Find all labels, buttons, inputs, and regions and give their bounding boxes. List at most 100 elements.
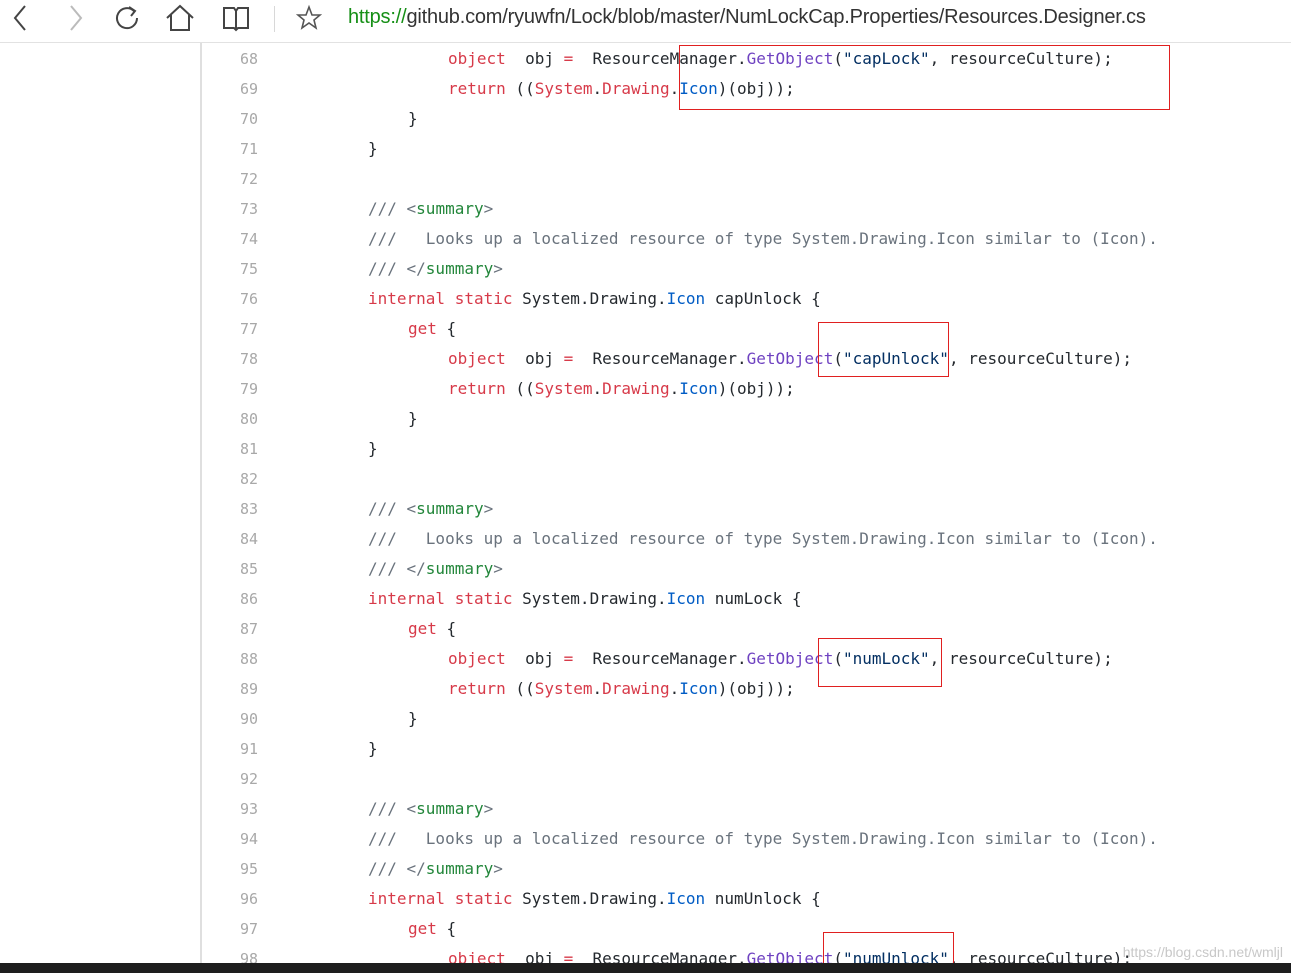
code-text: /// </summary> — [368, 854, 503, 884]
code-token: { — [436, 919, 457, 938]
line-number[interactable]: 85 — [202, 554, 258, 584]
code-line: 91} — [0, 734, 1291, 764]
code-token: ResourceManager. — [573, 349, 747, 368]
line-number[interactable]: 92 — [202, 764, 258, 794]
line-number[interactable]: 70 — [202, 104, 258, 134]
code-text: } — [408, 404, 418, 434]
line-number[interactable]: 77 — [202, 314, 258, 344]
line-number[interactable]: 72 — [202, 164, 258, 194]
code-token: > — [493, 259, 503, 278]
code-token: = — [563, 349, 574, 368]
code-line: 78 object obj = ResourceManager.GetObject… — [0, 344, 1291, 374]
code-token: get — [408, 319, 437, 338]
code-token: summary — [425, 859, 494, 878]
line-number[interactable]: 78 — [202, 344, 258, 374]
code-token: numLock { — [705, 589, 802, 608]
line-number[interactable]: 90 — [202, 704, 258, 734]
favorite-button[interactable] — [292, 0, 326, 36]
refresh-button[interactable] — [110, 0, 144, 36]
code-text: return ((System.Drawing.Icon)(obj)); — [448, 74, 795, 104]
code-token: . — [669, 379, 680, 398]
line-number[interactable]: 91 — [202, 734, 258, 764]
code-text: object obj = ResourceManager.GetObject("… — [448, 44, 1113, 74]
code-text: /// </summary> — [368, 254, 503, 284]
line-number[interactable]: 74 — [202, 224, 258, 254]
code-token: Icon — [666, 289, 706, 308]
code-token: /// Looks up a localized resource of typ… — [368, 829, 1158, 848]
code-text: /// Looks up a localized resource of typ… — [368, 224, 1158, 254]
toolbar-divider — [274, 6, 275, 32]
code-token: summary — [416, 199, 484, 218]
line-number[interactable]: 68 — [202, 44, 258, 74]
code-line: 89 return ((System.Drawing.Icon)(obj)); — [0, 674, 1291, 704]
code-token: Icon — [666, 889, 706, 908]
code-token: Icon — [679, 79, 718, 98]
code-token: } — [408, 709, 418, 728]
code-token: ( — [833, 649, 843, 668]
code-line: 81} — [0, 434, 1291, 464]
code-token: "capLock" — [842, 49, 930, 68]
code-token: > — [493, 559, 503, 578]
code-token: get — [408, 919, 437, 938]
code-text: } — [368, 134, 378, 164]
line-number[interactable]: 80 — [202, 404, 258, 434]
code-token: internal — [368, 589, 446, 608]
code-token: GetObject — [746, 349, 834, 368]
code-token: obj — [505, 349, 564, 368]
line-number[interactable]: 93 — [202, 794, 258, 824]
code-token: (( — [505, 79, 535, 98]
line-number[interactable]: 73 — [202, 194, 258, 224]
home-button[interactable] — [162, 0, 198, 36]
back-button[interactable] — [6, 0, 36, 36]
code-token: { — [436, 319, 457, 338]
code-token: /// < — [368, 199, 417, 218]
code-token: System — [534, 679, 593, 698]
browser-toolbar: https://github.com/ryuwfn/Lock/blob/mast… — [0, 0, 1291, 43]
code-token: summary — [425, 259, 494, 278]
line-number[interactable]: 81 — [202, 434, 258, 464]
code-text: get { — [408, 614, 456, 644]
code-token: return — [448, 79, 506, 98]
code-token: )(obj)); — [717, 679, 795, 698]
line-number[interactable]: 95 — [202, 854, 258, 884]
reading-view-button[interactable] — [218, 0, 254, 36]
code-line: 93 /// <summary> — [0, 794, 1291, 824]
line-number[interactable]: 71 — [202, 134, 258, 164]
line-number[interactable]: 86 — [202, 584, 258, 614]
line-number[interactable]: 79 — [202, 374, 258, 404]
line-number[interactable]: 97 — [202, 914, 258, 944]
url-path: github.com/ryuwfn/Lock/blob/master/NumLo… — [406, 6, 1146, 28]
code-token: internal — [368, 889, 446, 908]
line-number[interactable]: 89 — [202, 674, 258, 704]
code-line: 69 return ((System.Drawing.Icon)(obj)); — [0, 74, 1291, 104]
line-number[interactable]: 82 — [202, 464, 258, 494]
line-number[interactable]: 84 — [202, 524, 258, 554]
forward-icon — [70, 5, 83, 31]
code-token: static — [454, 289, 513, 308]
code-token: obj — [505, 649, 564, 668]
line-number[interactable]: 88 — [202, 644, 258, 674]
line-number[interactable]: 69 — [202, 74, 258, 104]
taskbar-strip — [0, 963, 1291, 973]
line-number[interactable]: 75 — [202, 254, 258, 284]
line-number[interactable]: 87 — [202, 614, 258, 644]
address-bar[interactable]: https://github.com/ryuwfn/Lock/blob/mast… — [348, 4, 1146, 30]
line-number[interactable]: 98 — [202, 944, 258, 963]
code-text: internal static System.Drawing.Icon numL… — [368, 584, 801, 614]
line-number[interactable]: 83 — [202, 494, 258, 524]
code-token: ( — [833, 49, 843, 68]
forward-button[interactable] — [60, 0, 90, 36]
line-number[interactable]: 76 — [202, 284, 258, 314]
code-token: = — [563, 49, 574, 68]
code-line: 97 get { — [0, 914, 1291, 944]
code-token: /// < — [368, 499, 417, 518]
code-token: System — [534, 379, 593, 398]
back-icon — [13, 5, 26, 31]
code-token: (( — [505, 379, 535, 398]
code-token: Drawing — [602, 79, 670, 98]
code-token: } — [408, 109, 418, 128]
line-number[interactable]: 96 — [202, 884, 258, 914]
line-number[interactable]: 94 — [202, 824, 258, 854]
code-token: = — [563, 649, 574, 668]
code-line: 79 return ((System.Drawing.Icon)(obj)); — [0, 374, 1291, 404]
